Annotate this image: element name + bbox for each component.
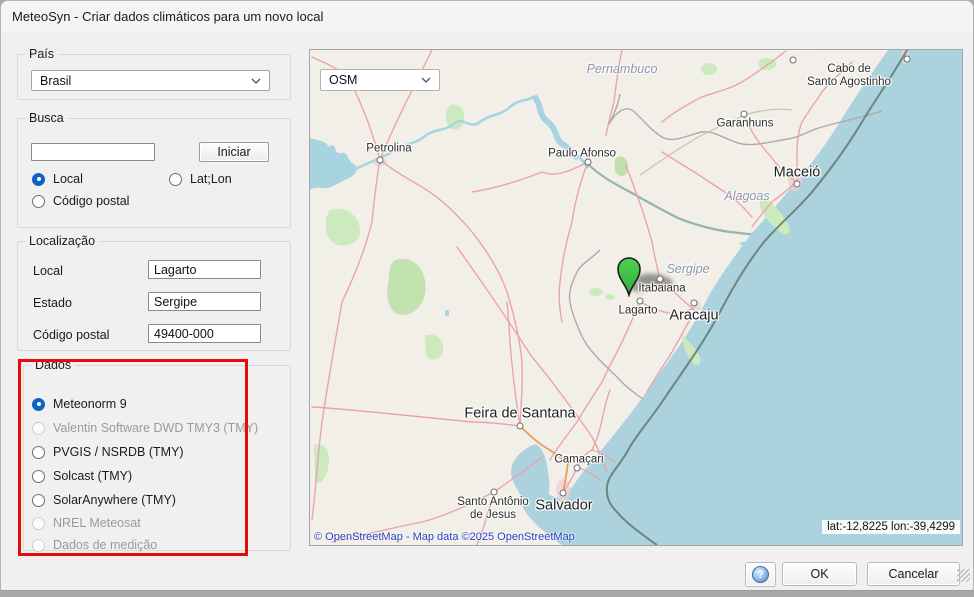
city-label: Feira de Santana [464, 406, 575, 423]
city-label: Lagarto [618, 304, 657, 317]
group-localizacao: Localização Local Estado Código postal [17, 241, 291, 351]
radio-local[interactable]: Local [32, 171, 83, 187]
city-dot [491, 489, 498, 496]
field-estado-input[interactable] [148, 292, 261, 311]
ok-button[interactable]: OK [782, 562, 857, 586]
city-label: Caruaru [772, 49, 814, 54]
city-label: Camaçari [554, 453, 603, 466]
radio-circle[interactable] [32, 173, 45, 186]
group-dados: Dados Meteonorm 9Valentin Software DWD T… [23, 365, 291, 551]
city-label: Paulo Afonso [548, 147, 616, 160]
radio-label: NREL Meteosat [53, 516, 141, 530]
radio-circle[interactable] [32, 446, 45, 459]
window-title: MeteoSyn - Criar dados climáticos para u… [12, 9, 323, 24]
dados-option-nrel-meteosat: NREL Meteosat [32, 515, 141, 531]
map-marker-pin[interactable] [614, 257, 644, 297]
radio-lat-lon[interactable]: Lat;Lon [169, 171, 232, 187]
radio-circle[interactable] [169, 173, 182, 186]
state-label: Sergipe [666, 262, 709, 276]
radio-label: Código postal [53, 194, 129, 208]
city-label: Santo Antônio de Jesus [457, 496, 529, 522]
dados-option-meteonorm-9[interactable]: Meteonorm 9 [32, 396, 127, 412]
city-label: Petrolina [366, 142, 411, 155]
title-bar[interactable]: MeteoSyn - Criar dados climáticos para u… [1, 1, 973, 33]
dados-option-pvgis-nsrdb-tmy-[interactable]: PVGIS / NSRDB (TMY) [32, 444, 184, 460]
map-coordinates: lat:-12,8225 lon:-39,4299 [822, 520, 960, 534]
resize-grip[interactable] [957, 569, 970, 582]
cancel-button[interactable]: Cancelar [867, 562, 960, 586]
help-icon: ? [752, 566, 769, 583]
map-panel[interactable]: Caruaru Cabo de Santo Agostinho Petrolina P… [309, 49, 963, 546]
radio-circle[interactable] [32, 494, 45, 507]
field-cep-input[interactable] [148, 324, 261, 343]
radio-label: Local [53, 172, 83, 186]
group-localizacao-label: Localização [25, 234, 99, 249]
meteosyn-dialog: MeteoSyn - Criar dados climáticos para u… [0, 0, 974, 591]
city-dot [377, 157, 384, 164]
dados-option-solaranywhere-tmy-[interactable]: SolarAnywhere (TMY) [32, 492, 176, 508]
group-pais: País Brasil [17, 54, 291, 100]
chevron-down-icon [251, 78, 261, 84]
radio-c-digo-postal[interactable]: Código postal [32, 193, 129, 209]
radio-circle [32, 539, 45, 552]
state-label: Pernambuco [587, 62, 658, 76]
city-label: Aracaju [669, 308, 718, 325]
city-dot [794, 181, 801, 188]
dados-option-valentin-software-dwd-tmy3-tmy-: Valentin Software DWD TMY3 (TMY) [32, 420, 258, 436]
radio-circle [32, 517, 45, 530]
field-estado-label: Estado [33, 296, 72, 310]
field-cep-label: Código postal [33, 328, 109, 342]
map-layer-select-value: OSM [329, 73, 357, 87]
dados-option-dados-de-medi-o: Dados de medição [32, 537, 157, 553]
country-select-value: Brasil [40, 74, 71, 88]
city-label: Maceió [774, 165, 821, 182]
field-local-label: Local [33, 264, 63, 278]
map-attribution[interactable]: © OpenStreetMap - Map data ©2025 OpenStr… [314, 531, 575, 543]
city-dot [517, 423, 524, 430]
city-label: Salvador [535, 498, 592, 515]
city-dot [790, 57, 797, 64]
city-dot [691, 300, 698, 307]
radio-circle[interactable] [32, 398, 45, 411]
city-label: Cabo de Santo Agostinho [807, 63, 891, 89]
help-button[interactable]: ? [745, 562, 776, 587]
radio-label: PVGIS / NSRDB (TMY) [53, 445, 184, 459]
map-layer-select[interactable]: OSM [320, 69, 440, 91]
radio-circle[interactable] [32, 195, 45, 208]
radio-label: Meteonorm 9 [53, 397, 127, 411]
city-dot [560, 490, 567, 497]
group-pais-label: País [25, 47, 58, 62]
dados-option-solcast-tmy-[interactable]: Solcast (TMY) [32, 468, 132, 484]
field-local-input[interactable] [148, 260, 261, 279]
radio-circle[interactable] [32, 470, 45, 483]
radio-label: Dados de medição [53, 538, 157, 552]
group-busca: Busca Iniciar LocalLat;LonCódigo postal [17, 118, 291, 228]
group-busca-label: Busca [25, 111, 68, 126]
search-input[interactable] [31, 143, 155, 161]
radio-label: Solcast (TMY) [53, 469, 132, 483]
city-dot [904, 56, 911, 63]
radio-circle [32, 422, 45, 435]
radio-label: Valentin Software DWD TMY3 (TMY) [53, 421, 258, 435]
group-dados-label: Dados [31, 358, 75, 373]
radio-label: Lat;Lon [190, 172, 232, 186]
city-label: Garanhuns [717, 117, 774, 130]
state-label: Alagoas [724, 189, 769, 203]
city-label: Itabaiana [638, 282, 685, 295]
country-select[interactable]: Brasil [31, 70, 270, 91]
start-search-button[interactable]: Iniciar [199, 142, 269, 162]
map-svg[interactable] [310, 50, 962, 545]
chevron-down-icon [421, 77, 431, 83]
radio-label: SolarAnywhere (TMY) [53, 493, 176, 507]
